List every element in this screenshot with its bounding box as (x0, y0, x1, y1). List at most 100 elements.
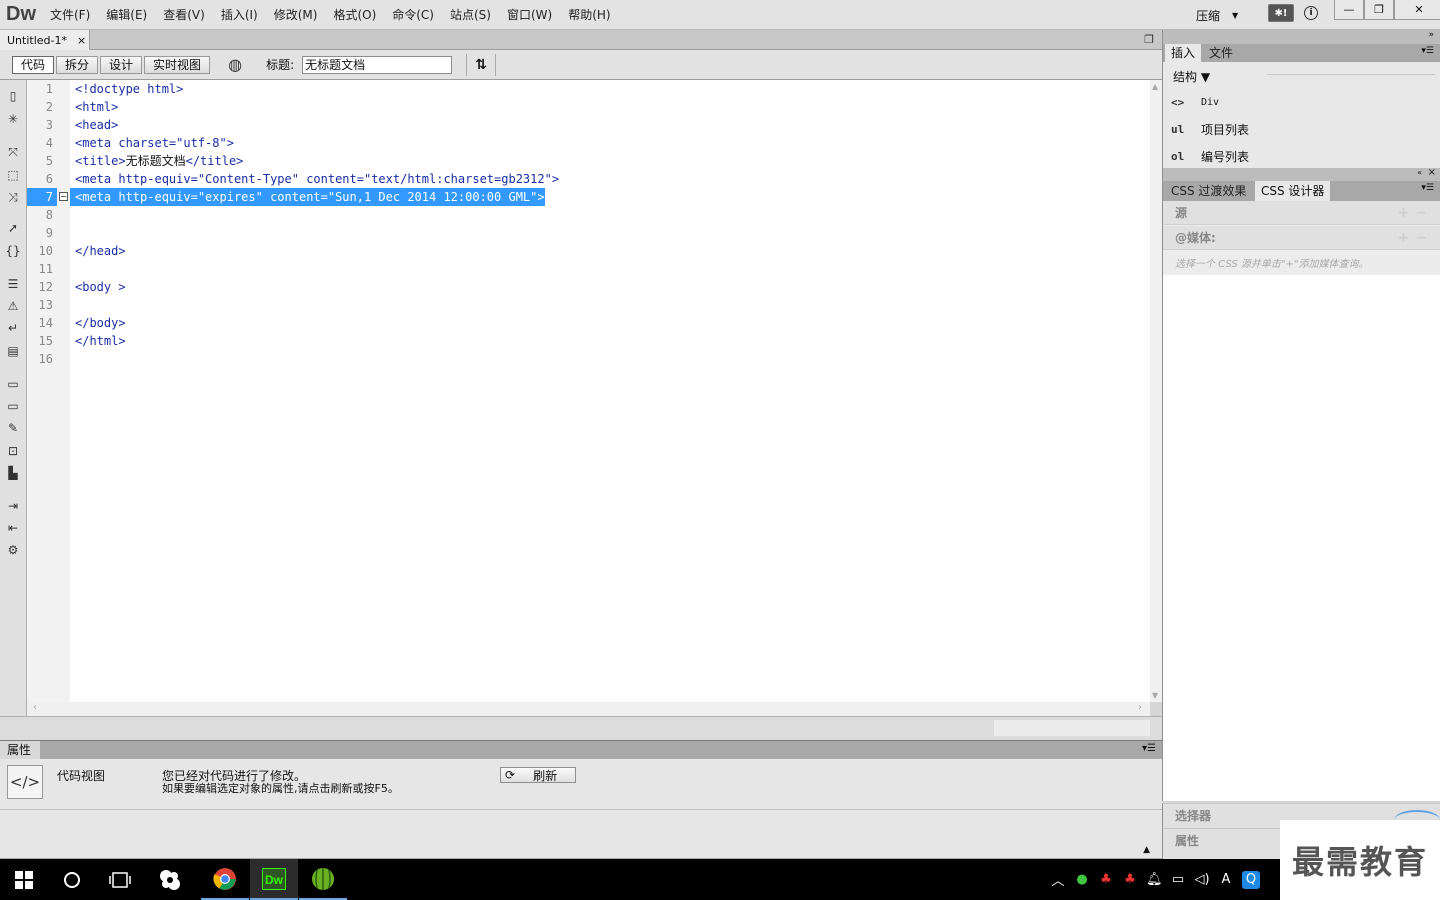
line-numbers-icon[interactable]: ☰ (5, 276, 21, 292)
category-select[interactable]: 结构 ▼ (1173, 68, 1210, 85)
code-line[interactable]: <body > (70, 278, 126, 296)
preview-globe-icon[interactable]: ◍ (228, 55, 252, 74)
menu-item-1[interactable]: 编辑(E) (98, 0, 155, 30)
menu-item-2[interactable]: 查看(V) (155, 0, 213, 30)
wechat-icon[interactable]: ● (1074, 872, 1090, 887)
minimize-button[interactable]: — (1334, 0, 1364, 20)
refresh-label[interactable]: 刷新 (533, 767, 557, 784)
live-view-button[interactable]: 实时视图 (144, 55, 211, 74)
dreamweaver-taskbar-icon[interactable]: Dw (250, 859, 298, 900)
collapse-full-tag-icon[interactable]: ⤧ (5, 144, 21, 160)
code-line[interactable]: <!doctype html> (70, 80, 183, 98)
menu-item-5[interactable]: 格式(O) (325, 0, 384, 30)
code-token[interactable]: </title> (186, 154, 244, 168)
unordered-list-icon[interactable]: ul (1171, 123, 1201, 136)
menu-item-0[interactable]: 文件(F) (42, 0, 98, 30)
code-line[interactable]: <meta http-equiv="Content-Type" content=… (70, 170, 559, 188)
code-line[interactable] (70, 350, 75, 368)
qq-icon-2[interactable]: ♣ (1122, 872, 1138, 887)
show-code-navigator-icon[interactable]: ✳ (5, 111, 21, 127)
menu-item-6[interactable]: 命令(C) (384, 0, 442, 30)
insert-ol-item[interactable]: ol 编号列表 (1171, 146, 1249, 166)
refresh-icon[interactable]: ⟳ (505, 768, 515, 782)
remove-comment-icon[interactable]: ▭ (5, 398, 21, 414)
panel-menu-icon[interactable]: ▾☰ (1142, 743, 1156, 754)
collapse-panel-icon[interactable]: « (1417, 168, 1422, 177)
document-tab[interactable]: Untitled-1* × (0, 30, 90, 50)
collapse-panel-icon[interactable]: ▲ (1143, 845, 1150, 855)
add-remove-icon[interactable]: +− (1398, 226, 1433, 250)
chrome-icon[interactable] (201, 859, 249, 900)
panel-menu-icon[interactable]: ▾☰ (1421, 183, 1434, 193)
workspace-label[interactable]: 压缩 (1196, 7, 1220, 24)
insert-div-item[interactable]: <> Div (1171, 92, 1219, 112)
document-tab-label[interactable]: Untitled-1* (7, 34, 67, 47)
info-icon[interactable]: i (1304, 6, 1318, 20)
close-tab-icon[interactable]: × (77, 34, 86, 47)
ordered-list-icon[interactable]: ol (1171, 150, 1201, 163)
code-line[interactable]: <meta http-equiv="expires" content="Sun,… (70, 188, 545, 206)
div-icon[interactable]: <> (1171, 96, 1201, 109)
word-wrap-icon[interactable]: ↵ (5, 320, 21, 336)
menu-item-8[interactable]: 窗口(W) (499, 0, 560, 30)
ime-indicator[interactable]: A (1218, 872, 1234, 887)
collapse-dock-icon[interactable]: » (1428, 30, 1434, 40)
title-input[interactable]: 无标题文档 (302, 55, 453, 74)
task-view-icon[interactable] (96, 859, 144, 900)
syntax-coloring-icon[interactable]: ▤ (5, 343, 21, 359)
close-panel-icon[interactable]: × (1428, 167, 1436, 178)
highlight-invalid-code-icon[interactable]: ⚠ (5, 298, 21, 314)
chevron-down-icon[interactable]: ▼ (1201, 70, 1210, 84)
notification-bell-icon[interactable]: 🔔︎ (1146, 872, 1163, 887)
network-icon[interactable]: ▭ (1170, 872, 1186, 887)
expand-all-icon[interactable]: ⤨ (5, 189, 21, 205)
melon-app-icon[interactable] (299, 859, 347, 900)
scroll-right-icon[interactable]: › (1138, 702, 1142, 713)
tab-files[interactable]: 文件 (1203, 44, 1239, 62)
code-line[interactable]: <html> (70, 98, 118, 116)
vertical-scrollbar[interactable]: ▲ ▼ (1150, 80, 1162, 702)
extensions-icon[interactable]: ✱! (1268, 4, 1294, 22)
insert-item-label[interactable]: 项目列表 (1201, 121, 1249, 138)
insert-item-label[interactable]: 编号列表 (1201, 148, 1249, 165)
split-view-button[interactable]: 拆分 (56, 55, 99, 74)
chevron-up-icon[interactable]: ︿ (1050, 870, 1066, 889)
insert-ul-item[interactable]: ul 项目列表 (1171, 119, 1249, 139)
apply-comment-icon[interactable]: ▭ (5, 376, 21, 392)
code-line[interactable]: <title>无标题文档</title> (70, 152, 243, 170)
balance-braces-icon[interactable]: {} (5, 243, 21, 259)
fold-marker-icon[interactable]: − (59, 192, 68, 201)
add-remove-icon[interactable]: +− (1398, 201, 1433, 225)
format-source-code-icon[interactable]: ⚙ (5, 542, 21, 558)
menu-item-7[interactable]: 站点(S) (442, 0, 499, 30)
wrap-tag-icon[interactable]: ✎ (5, 420, 21, 436)
tab-insert[interactable]: 插入 (1165, 44, 1202, 62)
design-view-button[interactable]: 设计 (100, 55, 143, 74)
menu-item-4[interactable]: 修改(M) (266, 0, 326, 30)
chevron-down-icon[interactable]: ▼ (1232, 11, 1238, 20)
app-s-icon[interactable] (146, 859, 194, 900)
code-line[interactable] (70, 296, 75, 314)
menu-item-3[interactable]: 插入(I) (213, 0, 266, 30)
menu-item-9[interactable]: 帮助(H) (560, 0, 618, 30)
insert-item-label[interactable]: Div (1201, 97, 1219, 108)
scroll-up-icon[interactable]: ▲ (1152, 82, 1158, 91)
code-line[interactable] (70, 224, 75, 242)
collapse-selection-icon[interactable]: ⬚ (5, 167, 21, 183)
restore-window-icon[interactable]: ❐ (1144, 33, 1154, 46)
tab-css-designer[interactable]: CSS 设计器 (1255, 181, 1331, 201)
code-line[interactable]: </head> (70, 242, 126, 260)
tab-css-transitions[interactable]: CSS 过渡效果 (1165, 181, 1252, 201)
maximize-button[interactable]: ❐ (1364, 0, 1394, 20)
code-line[interactable]: </html> (70, 332, 126, 350)
scroll-left-icon[interactable]: ‹ (33, 702, 37, 713)
select-parent-tag-icon[interactable]: ➚ (5, 220, 21, 236)
move-css-icon[interactable]: ▙ (5, 465, 21, 481)
outdent-code-icon[interactable]: ⇤ (5, 520, 21, 536)
refresh-button[interactable]: ⟳ 刷新 (500, 767, 576, 783)
code-line[interactable] (70, 206, 75, 224)
search-app-icon[interactable]: Q (1242, 870, 1260, 889)
volume-icon[interactable]: ◁) (1194, 872, 1210, 887)
recent-snippets-icon[interactable]: ⊡ (5, 443, 21, 459)
scroll-down-icon[interactable]: ▼ (1152, 691, 1158, 700)
